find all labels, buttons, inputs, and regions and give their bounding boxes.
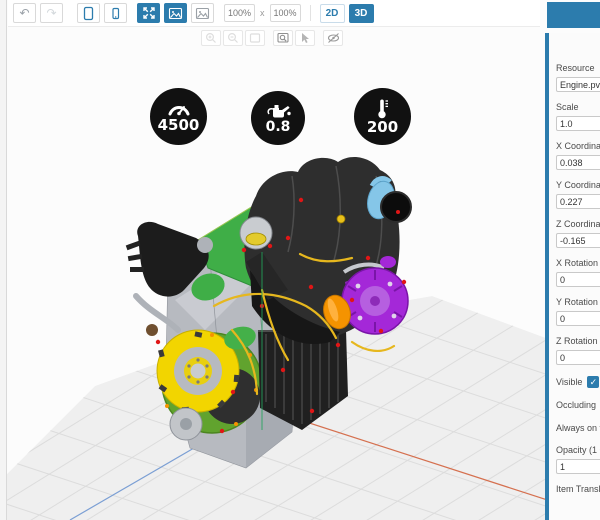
thermometer-icon	[377, 99, 388, 119]
canvas-width-input[interactable]	[224, 4, 255, 22]
select-button[interactable]	[295, 30, 315, 46]
tablet-icon	[83, 6, 94, 20]
snapshot-button[interactable]	[191, 3, 214, 23]
x-coordinate-input[interactable]	[556, 155, 600, 170]
zoom-in-icon	[205, 32, 216, 43]
zoom-region-icon	[277, 32, 289, 43]
phone-view-button[interactable]	[104, 3, 127, 23]
main-toolbar: ↶ ↷ x 2D 3D	[8, 0, 540, 27]
app-window: ↶ ↷ x 2D 3D	[0, 0, 600, 520]
z-coordinate-input[interactable]	[556, 233, 600, 248]
mode-3d-button[interactable]: 3D	[348, 3, 374, 23]
scale-input[interactable]	[556, 116, 600, 131]
canvas-height-input[interactable]	[269, 4, 301, 22]
hide-button[interactable]	[323, 30, 343, 46]
snapshot-icon	[195, 7, 210, 19]
opacity-label: Opacity (1 Opa	[556, 445, 600, 455]
scale-label: Scale	[556, 102, 579, 112]
oil-can-icon	[267, 105, 291, 118]
select-icon	[302, 33, 309, 43]
redo-button[interactable]: ↷	[40, 3, 63, 23]
resource-input[interactable]	[556, 77, 600, 92]
resource-label: Resource	[556, 63, 595, 73]
throttle-body	[239, 216, 273, 250]
zoom-out-icon	[227, 32, 238, 43]
rpm-badge: 4500	[150, 88, 207, 145]
phone-icon	[112, 7, 120, 19]
z-rotation-input[interactable]	[556, 350, 600, 365]
opacity-input[interactable]	[556, 459, 600, 474]
mode-2d-button[interactable]: 2D	[319, 3, 345, 23]
y-rotation-input[interactable]	[556, 311, 600, 326]
oil-badge: 0.8	[251, 91, 305, 145]
y-coordinate-input[interactable]	[556, 194, 600, 209]
always-on-top-label: Always on top	[556, 423, 600, 433]
image-mode-button[interactable]	[164, 3, 187, 23]
gauge-icon	[168, 106, 189, 116]
alternator	[341, 256, 409, 335]
canvas-toolbar	[201, 30, 343, 46]
3d-viewport[interactable]	[0, 0, 600, 520]
properties-sidebar: Resource Scale X Coordinate Y Coordinate…	[545, 0, 600, 520]
rpm-value: 4500	[157, 116, 200, 134]
redo-icon: ↷	[46, 6, 57, 20]
sidebar-header	[547, 2, 600, 28]
tablet-view-button[interactable]	[77, 3, 100, 23]
dimension-separator: x	[260, 8, 265, 18]
undo-icon: ↶	[19, 6, 30, 20]
y-rotation-label: Y Rotation	[556, 297, 598, 307]
visible-label: Visible	[556, 377, 583, 387]
zoom-in-button[interactable]	[201, 30, 221, 46]
left-rail	[0, 0, 7, 520]
truncated-property-label: Item Transl	[556, 484, 600, 494]
fit-view-icon	[249, 33, 261, 43]
hide-icon	[327, 33, 339, 43]
zoom-out-button[interactable]	[223, 30, 243, 46]
visible-checkbox[interactable]	[587, 376, 600, 388]
toolbar-divider	[309, 5, 311, 21]
expand-canvas-button[interactable]	[137, 3, 160, 23]
occluding-label: Occluding	[556, 400, 597, 410]
fit-view-button[interactable]	[245, 30, 265, 46]
x-rotation-input[interactable]	[556, 272, 600, 287]
oil-value: 0.8	[265, 119, 291, 135]
expand-icon	[142, 7, 155, 19]
z-rotation-label: Z Rotation	[556, 336, 598, 346]
x-rotation-label: X Rotation	[556, 258, 599, 268]
temperature-badge: 200	[354, 88, 411, 145]
z-coordinate-label: Z Coordinate	[556, 219, 600, 229]
temperature-value: 200	[366, 118, 399, 136]
x-coordinate-label: X Coordinate	[556, 141, 600, 151]
y-coordinate-label: Y Coordinate	[556, 180, 600, 190]
image-icon	[168, 7, 183, 19]
properties-panel: Resource Scale X Coordinate Y Coordinate…	[545, 33, 600, 520]
undo-button[interactable]: ↶	[13, 3, 36, 23]
zoom-region-button[interactable]	[273, 30, 293, 46]
